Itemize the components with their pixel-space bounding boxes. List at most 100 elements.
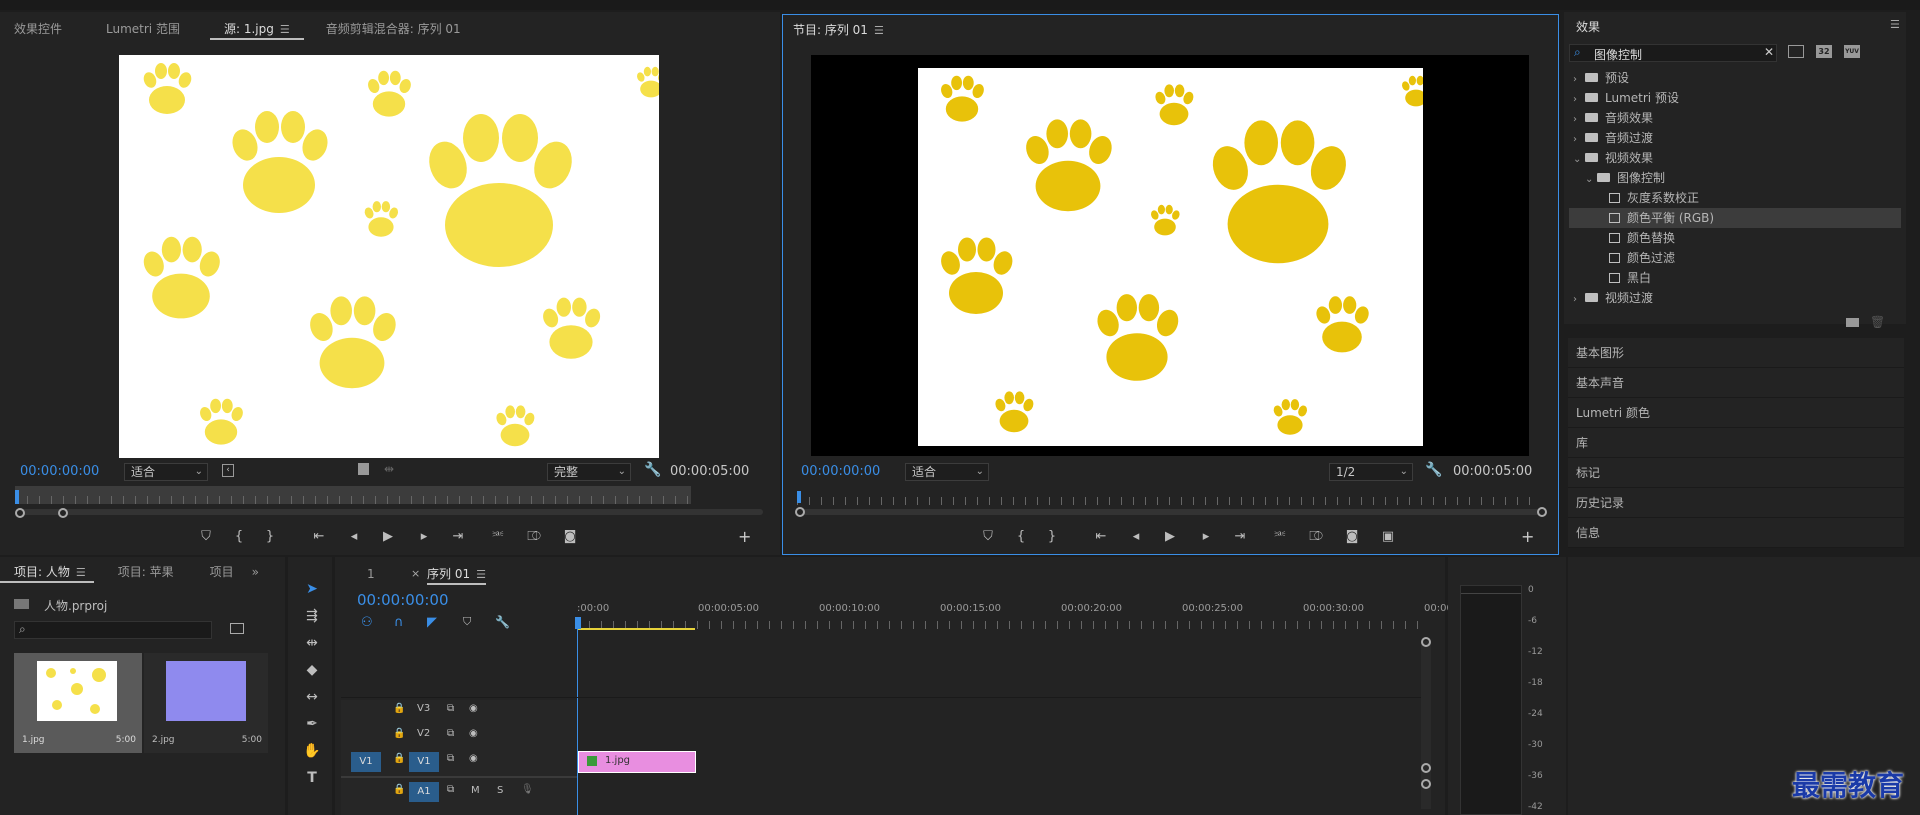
step-back-icon[interactable]: ◂ [1125, 529, 1147, 544]
selection-tool-icon[interactable]: ➤ [298, 578, 326, 600]
tab-audio-clip-mixer[interactable]: 音频剪辑混合器: 序列 01 [312, 18, 475, 40]
program-title[interactable]: 节目: 序列 01 ☰ [793, 21, 884, 38]
effect-folder[interactable]: › 预设 [1569, 68, 1901, 88]
sync-lock-icon[interactable]: ⧉ [447, 703, 454, 714]
lock-icon[interactable]: 🔒 [393, 728, 405, 739]
scroll-handle-mid[interactable] [1421, 763, 1431, 773]
mark-in-icon[interactable]: { [228, 529, 250, 544]
eye-icon[interactable]: ◉ [469, 728, 478, 739]
drag-icon[interactable]: ⇹ [384, 462, 394, 476]
find-icon[interactable] [230, 623, 244, 634]
lock-icon[interactable]: 🔒 [393, 753, 405, 764]
effect-item[interactable]: 灰度系数校正 [1569, 188, 1901, 208]
tab-project[interactable]: 项目 [196, 561, 248, 583]
chevron-right-icon[interactable]: › [1573, 290, 1585, 310]
sync-lock-icon[interactable]: ⧉ [447, 784, 454, 795]
hand-tool-icon[interactable]: ✋ [298, 740, 326, 762]
marker-icon[interactable]: ⛉ [977, 529, 999, 544]
go-to-out-icon[interactable]: ⇥ [447, 529, 469, 544]
sync-lock-icon[interactable]: ⧉ [447, 753, 454, 764]
work-area-bar[interactable] [577, 628, 695, 630]
effects-search[interactable]: ⌕ 图像控制 ✕ [1569, 44, 1777, 62]
go-to-in-icon[interactable]: ⇤ [1090, 529, 1112, 544]
tab-timeline-1[interactable]: 1 [367, 567, 375, 581]
chevron-right-icon[interactable]: › [1573, 110, 1585, 130]
play-icon[interactable]: ▶ [1159, 529, 1181, 544]
zoom-handle-right[interactable] [58, 508, 68, 518]
zoom-handle-left[interactable] [15, 508, 25, 518]
yuv-effects-icon[interactable]: YUV [1844, 45, 1860, 58]
track-target-v1[interactable]: V1 [409, 752, 439, 772]
wrench-icon[interactable]: 🔧 [1425, 462, 1442, 478]
menu-icon[interactable]: ☰ [76, 566, 86, 579]
add-marker-icon[interactable]: ◤ [427, 615, 437, 630]
effects-title[interactable]: 效果 [1576, 18, 1600, 35]
chevron-right-icon[interactable]: › [1573, 90, 1585, 110]
source-patch-v1[interactable]: V1 [351, 752, 381, 772]
timeline-clip[interactable]: 1.jpg [578, 751, 696, 773]
panel-section-header[interactable]: 基本声音 [1568, 368, 1904, 398]
mute-button[interactable]: M [471, 785, 480, 796]
export-frame-icon[interactable] [358, 463, 369, 475]
wrench-icon[interactable]: 🔧 [644, 462, 661, 478]
add-button-icon[interactable]: + [1521, 527, 1534, 546]
panel-section-header[interactable]: Lumetri 颜色 [1568, 398, 1904, 428]
go-to-out-icon[interactable]: ⇥ [1229, 529, 1251, 544]
effect-folder[interactable]: › 音频效果 [1569, 108, 1901, 128]
wrench-icon[interactable]: 🔧 [495, 615, 510, 629]
program-resolution-dropdown[interactable]: 1/2 ⌄ [1329, 463, 1413, 481]
tab-sequence-01[interactable]: 序列 01 ☰ [427, 565, 486, 585]
camera-icon[interactable]: ◙ [1341, 529, 1363, 544]
pen-tool-icon[interactable]: ✒ [298, 713, 326, 735]
menu-icon[interactable]: ☰ [476, 568, 486, 581]
eye-icon[interactable]: ◉ [469, 753, 478, 764]
step-forward-icon[interactable]: ▸ [413, 529, 435, 544]
tab-project-pingguo[interactable]: 项目: 苹果 [104, 561, 188, 583]
mark-out-icon[interactable]: } [259, 529, 281, 544]
track-target-a1[interactable]: A1 [409, 782, 439, 802]
go-to-in-icon[interactable]: ⇤ [308, 529, 330, 544]
snap-icon[interactable]: ⚇ [361, 615, 373, 630]
zoom-handle-right[interactable] [1537, 507, 1547, 517]
lift-icon[interactable]: ⎃ [1269, 529, 1291, 544]
trash-icon[interactable]: 🗑 [1870, 315, 1885, 329]
scroll-handle-bottom[interactable] [1421, 779, 1431, 789]
panel-section-header[interactable]: 基本图形 [1568, 338, 1904, 368]
type-tool-icon[interactable]: T [298, 767, 326, 789]
insert-icon[interactable]: ‹ [222, 464, 234, 477]
tab-project-renwu[interactable]: 项目: 人物 ☰ [0, 561, 94, 583]
source-playhead[interactable] [15, 490, 19, 504]
clear-search-icon[interactable]: ✕ [1764, 45, 1774, 59]
accelerated-effects-icon[interactable] [1788, 45, 1804, 58]
panel-section-header[interactable]: 历史记录 [1568, 488, 1904, 518]
effects-search-input[interactable]: 图像控制 [1594, 46, 1642, 63]
panel-section-header[interactable]: 标记 [1568, 458, 1904, 488]
lock-icon[interactable]: 🔒 [393, 703, 405, 714]
mark-out-icon[interactable]: } [1041, 529, 1063, 544]
close-tab-icon[interactable]: × [411, 567, 420, 580]
zoom-handle-left[interactable] [795, 507, 805, 517]
solo-button[interactable]: S [497, 785, 503, 796]
program-timecode-start[interactable]: 00:00:00:00 [801, 464, 880, 479]
effect-folder[interactable]: ⌄ 视频效果 [1569, 148, 1901, 168]
source-fit-dropdown[interactable]: 适合 ⌄ [124, 463, 208, 481]
play-icon[interactable]: ▶ [377, 529, 399, 544]
tab-source[interactable]: 源: 1.jpg ☰ [209, 18, 304, 40]
panel-section-header[interactable]: 信息 [1568, 518, 1904, 548]
source-zoom-bar[interactable] [15, 509, 763, 515]
comparison-view-icon[interactable]: ▣ [1377, 529, 1399, 544]
mark-in-icon[interactable]: { [1010, 529, 1032, 544]
step-back-icon[interactable]: ◂ [343, 529, 365, 544]
source-timecode-start[interactable]: 00:00:00:00 [20, 464, 99, 479]
menu-icon[interactable]: ☰ [1890, 18, 1900, 31]
panel-section-header[interactable]: 库 [1568, 428, 1904, 458]
effect-item[interactable]: 黑白 [1569, 268, 1901, 288]
tab-lumetri-scopes[interactable]: Lumetri 范围 [92, 18, 194, 40]
microphone-icon[interactable]: 🎙 [521, 784, 534, 795]
menu-icon[interactable]: ☰ [874, 24, 884, 37]
chevron-right-icon[interactable]: › [1573, 70, 1585, 90]
timeline-ruler[interactable]: :00:00 00:00:05:00 00:00:10:00 00:00:15:00 0… [577, 603, 1469, 617]
new-folder-icon[interactable] [1846, 318, 1859, 327]
track-select-tool-icon[interactable]: ⇶ [298, 605, 326, 627]
insert-clip-icon[interactable]: ⎃ [487, 529, 509, 544]
